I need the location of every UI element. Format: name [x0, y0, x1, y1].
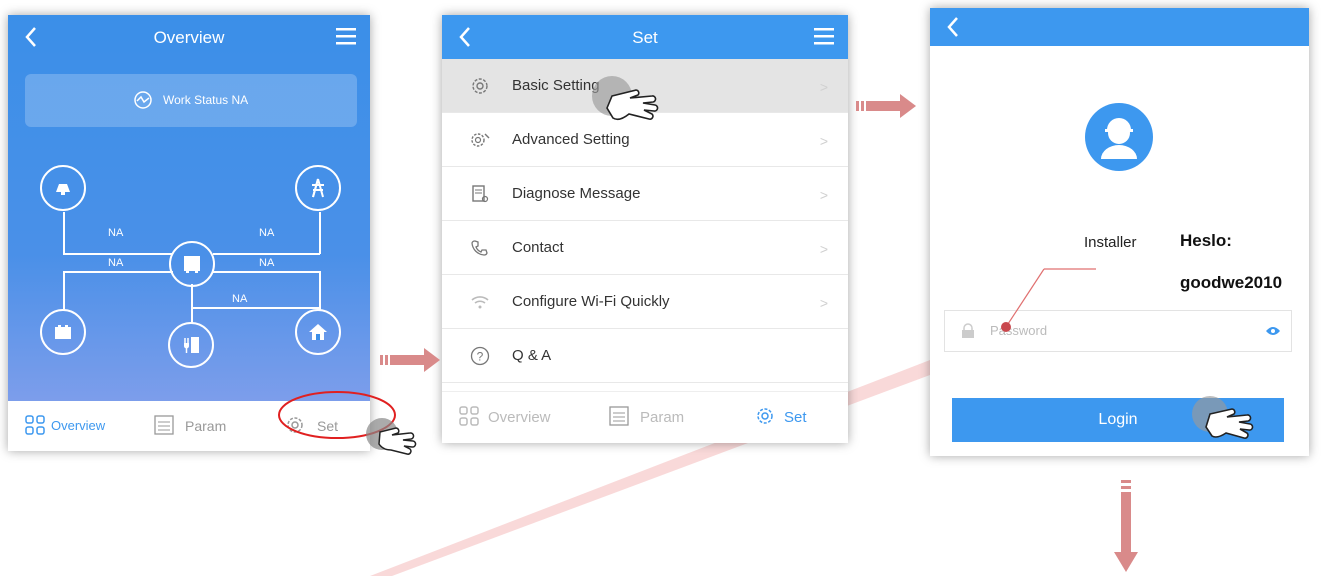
login-top-bar: [930, 8, 1309, 46]
solar-panel-icon: [56, 184, 70, 195]
role-label: Installer: [1084, 234, 1137, 251]
connector-line: [191, 284, 193, 324]
grid-value: NA: [259, 227, 275, 239]
battery-value: NA: [108, 257, 124, 269]
plug-icon: [184, 337, 199, 353]
battery-icon: [55, 325, 71, 339]
param-icon: [609, 406, 629, 426]
tab-overview[interactable]: Overview: [458, 392, 578, 442]
connector-line: [191, 307, 319, 309]
menu-icon[interactable]: [812, 25, 836, 47]
menu-item-label: Diagnose Message: [512, 185, 641, 202]
grid-icon: [459, 406, 479, 426]
menu-item-label: Contact: [512, 239, 564, 256]
svg-text:?: ?: [477, 350, 484, 364]
set-top-bar: Set: [442, 15, 848, 59]
connector-line: [63, 271, 65, 311]
connector-line: [213, 271, 320, 273]
chevron-right-icon: >: [819, 133, 828, 149]
load-value: NA: [259, 257, 275, 269]
chevron-right-icon: >: [819, 187, 828, 203]
work-status-panel: Work Status NA: [25, 74, 357, 127]
connector-line: [63, 212, 65, 254]
home-load-node[interactable]: [295, 309, 341, 355]
tab-param[interactable]: Param: [608, 392, 708, 442]
overview-screen: Overview Work Status NA NA NA NA NA NA O…: [8, 15, 370, 451]
password-hint-value: goodwe2010: [1180, 273, 1283, 292]
wifi-icon: [471, 296, 489, 309]
back-icon[interactable]: [942, 14, 964, 40]
work-status-text: Work Status NA: [163, 93, 249, 107]
solar-panel-node[interactable]: [40, 165, 86, 211]
overview-top-bar: Overview: [8, 15, 370, 59]
document-search-icon: [472, 185, 489, 203]
annotation-pointer: [1001, 268, 1096, 332]
flow-arrow-right: [380, 348, 440, 372]
advanced-gear-icon: [471, 133, 490, 147]
password-hint-label: Heslo:: [1180, 231, 1232, 250]
power-tower-icon: [312, 178, 324, 198]
chevron-right-icon: >: [819, 295, 828, 311]
connector-line: [319, 271, 321, 311]
tab-set[interactable]: Set: [754, 392, 834, 442]
tab-label: Param: [640, 409, 685, 426]
connector-line: [63, 271, 173, 273]
chevron-right-icon: >: [819, 79, 828, 95]
tab-label: Overview: [488, 409, 551, 426]
tap-hand-icon: [366, 418, 417, 455]
tap-hand-icon: [592, 76, 659, 121]
lock-icon: [962, 323, 974, 338]
param-icon: [154, 415, 174, 435]
gear-icon: [472, 78, 488, 94]
chevron-right-icon: >: [819, 241, 828, 257]
tab-label: Overview: [51, 418, 106, 433]
menu-item-label: Q & A: [512, 347, 552, 364]
pv-value: NA: [108, 227, 124, 239]
gear-icon: [757, 408, 773, 424]
backup-value: NA: [232, 293, 248, 305]
question-icon: ?: [470, 346, 490, 366]
connector-line: [319, 212, 321, 254]
menu-item-contact[interactable]: Contact >: [442, 221, 848, 275]
phone-icon: [471, 240, 488, 256]
menu-item-diagnose-message[interactable]: Diagnose Message >: [442, 167, 848, 221]
grid-tower-node[interactable]: [295, 165, 341, 211]
inverter-node[interactable]: [169, 241, 215, 287]
battery-node[interactable]: [40, 309, 86, 355]
bottom-tab-bar: Overview Param Set: [442, 391, 848, 443]
tab-param[interactable]: Param: [153, 401, 243, 451]
menu-item-configure-wifi[interactable]: Configure Wi-Fi Quickly >: [442, 275, 848, 329]
home-icon: [309, 324, 327, 340]
grid-icon: [25, 415, 45, 435]
menu-item-qa[interactable]: ? Q & A: [442, 329, 848, 383]
eye-icon[interactable]: [1265, 325, 1281, 337]
pulse-icon: [134, 91, 152, 109]
login-screen: Installer Password Login: [930, 8, 1309, 456]
password-field[interactable]: Password: [944, 310, 1292, 352]
page-title: Overview: [153, 28, 225, 47]
connector-line: [213, 253, 320, 255]
flow-arrow-right: [856, 94, 916, 118]
charger-node[interactable]: [168, 322, 214, 368]
connector-line: [63, 253, 173, 255]
page-title: Set: [632, 28, 658, 47]
tab-label: Param: [185, 418, 227, 434]
flow-arrow-down: [1114, 480, 1138, 572]
menu-icon[interactable]: [334, 25, 358, 47]
installer-avatar: [1085, 103, 1153, 171]
inverter-icon: [184, 256, 200, 273]
tab-label: Set: [784, 409, 807, 426]
tap-hand-icon: [1192, 396, 1254, 439]
tab-overview[interactable]: Overview: [24, 401, 124, 451]
menu-item-label: Configure Wi-Fi Quickly: [512, 293, 670, 310]
worker-icon: [1101, 118, 1137, 159]
